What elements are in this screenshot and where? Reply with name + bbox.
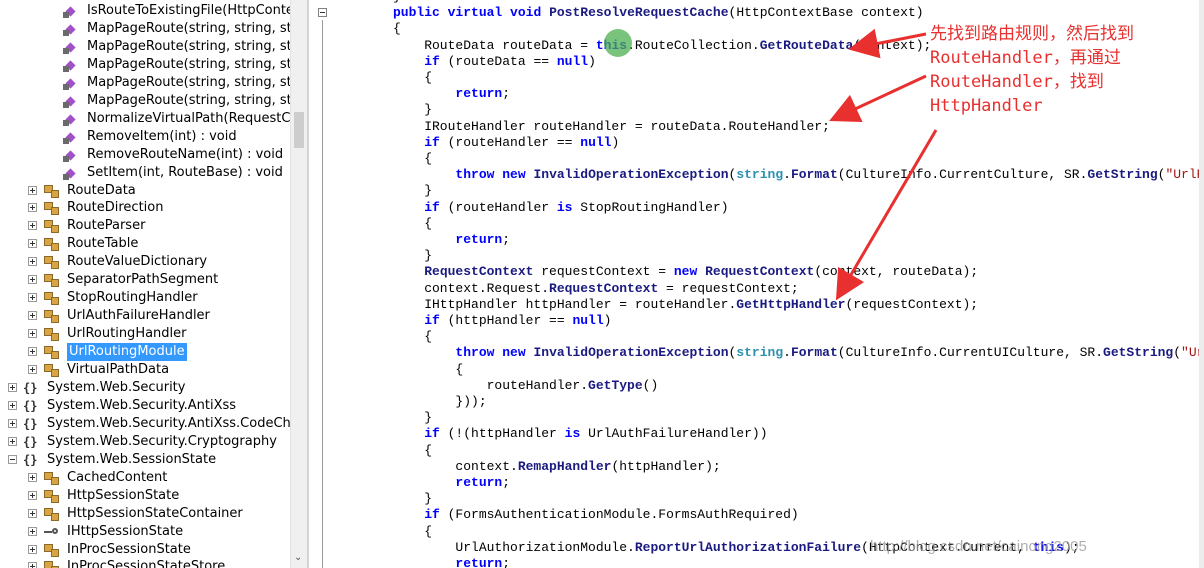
arrow-to-getroutedata (848, 28, 927, 59)
arrow-to-gethttphandler (835, 129, 938, 301)
annotation-line-2: RouteHandler，再通过 (930, 48, 1121, 68)
annotation-line-1: 先找到路由规则，然后找到 (930, 24, 1134, 44)
annotation-line-4: HttpHandler (930, 96, 1043, 116)
watermark: http://blog.csdn.net/cainong2005 (870, 538, 1087, 555)
annotation-line-3: RouteHandler，找到 (930, 72, 1104, 92)
arrow-to-routehandler (829, 74, 927, 123)
annotation-text: 先找到路由规则，然后找到 RouteHandler，再通过 RouteHandl… (930, 22, 1200, 118)
